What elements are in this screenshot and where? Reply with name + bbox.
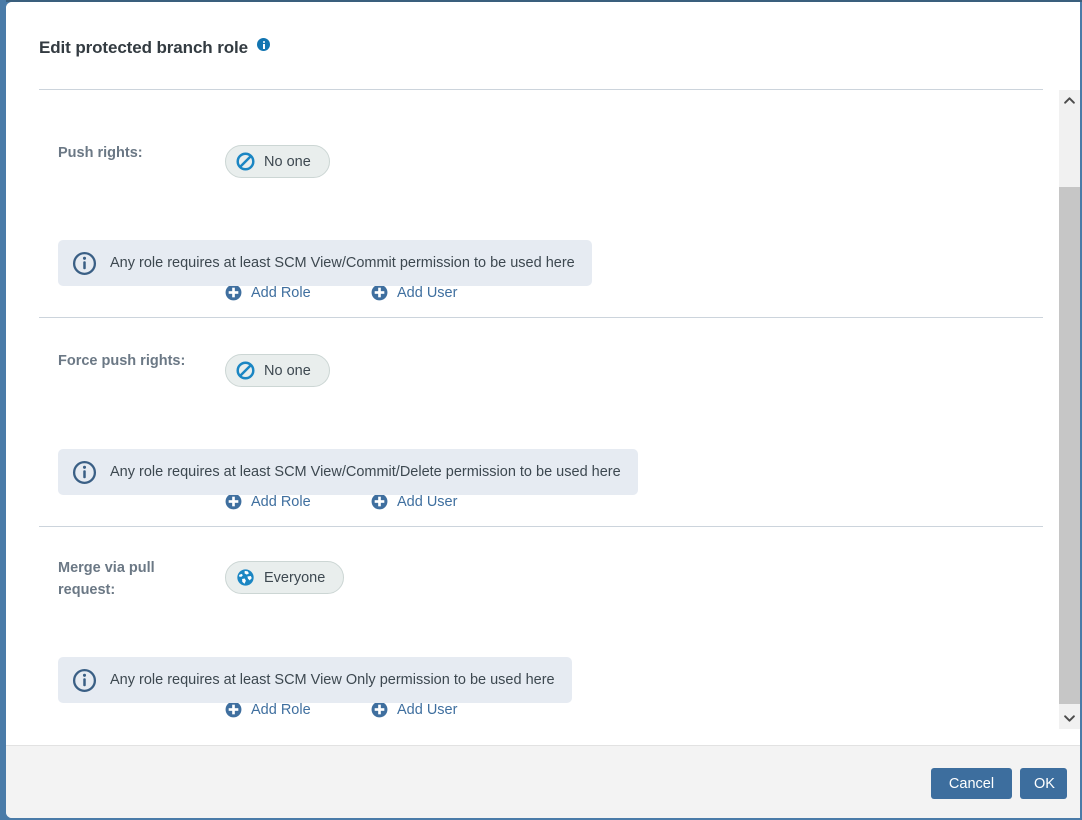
banner-push-rights: Any role requires at least SCM View/Comm… [58,240,592,286]
banner-force-push-rights-text: Any role requires at least SCM View/Comm… [110,464,621,480]
dialog-body: Push rights: No one Add Role Add User An… [6,90,1059,745]
plus-circle-icon [371,284,388,301]
add-user-force-push-rights[interactable]: Add User [371,493,457,510]
add-user-label: Add User [397,284,458,301]
chip-force-push-rights-value[interactable]: No one [225,354,330,387]
add-user-label: Add User [397,493,458,510]
cancel-button[interactable]: Cancel [931,768,1012,799]
edit-protected-branch-role-dialog: Edit protected branch role Push rights: … [6,2,1080,818]
chip-push-rights-label: No one [264,153,311,170]
page-title: Edit protected branch role [39,38,270,58]
chip-push-rights-value[interactable]: No one [225,145,330,178]
chip-force-push-rights-label: No one [264,362,311,379]
add-user-merge-via-pull-request[interactable]: Add User [371,701,457,718]
info-circle-icon [72,251,97,275]
vertical-scrollbar[interactable] [1059,90,1080,729]
add-role-force-push-rights[interactable]: Add Role [225,493,311,510]
globe-icon [237,569,254,586]
add-role-label: Add Role [251,701,311,718]
section-divider-2 [39,526,1043,527]
plus-circle-icon [225,701,242,718]
scrollbar-thumb[interactable] [1059,187,1080,704]
add-role-label: Add Role [251,493,311,510]
chevron-up-icon [1064,97,1075,104]
dialog-header: Edit protected branch role [6,2,1080,90]
chevron-down-icon [1064,715,1075,722]
info-circle-icon [72,460,97,484]
plus-circle-icon [371,493,388,510]
add-user-push-rights[interactable]: Add User [371,284,457,301]
section-divider-1 [39,317,1043,318]
add-role-push-rights[interactable]: Add Role [225,284,311,301]
label-push-rights: Push rights: [58,145,143,161]
chip-merge-via-pull-request-value[interactable]: Everyone [225,561,345,594]
dialog-footer: Cancel OK [6,745,1080,818]
banner-merge-via-pull-request: Any role requires at least SCM View Only… [58,657,572,703]
add-user-label: Add User [397,701,458,718]
label-force-push-rights: Force push rights: [58,353,186,369]
plus-circle-icon [225,493,242,510]
plus-circle-icon [225,284,242,301]
ok-button[interactable]: OK [1020,768,1067,799]
info-icon[interactable] [257,38,270,51]
no-entry-icon [236,361,255,380]
banner-merge-via-pull-request-text: Any role requires at least SCM View Only… [110,672,555,688]
label-merge-via-pull-request: Merge via pull request: [58,560,155,598]
info-circle-icon [72,668,97,692]
no-entry-icon [236,152,255,171]
dialog-title-text: Edit protected branch role [39,38,248,57]
scrollbar-down-button[interactable] [1059,708,1080,729]
plus-circle-icon [371,701,388,718]
add-role-label: Add Role [251,284,311,301]
banner-force-push-rights: Any role requires at least SCM View/Comm… [58,449,638,495]
banner-push-rights-text: Any role requires at least SCM View/Comm… [110,255,575,271]
scrollbar-up-button[interactable] [1059,90,1080,111]
add-role-merge-via-pull-request[interactable]: Add Role [225,701,311,718]
chip-merge-via-pull-request-label: Everyone [264,569,326,586]
